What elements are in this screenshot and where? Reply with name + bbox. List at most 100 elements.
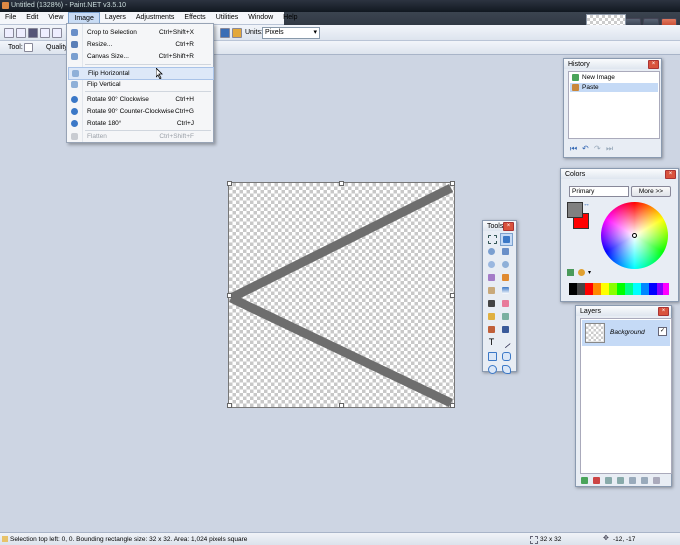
- clone-stamp-tool[interactable]: [486, 324, 497, 335]
- lasso-select-tool[interactable]: [486, 246, 497, 257]
- rectangle-select-tool[interactable]: [486, 233, 497, 244]
- layers-panel-header: Layers ×: [576, 306, 671, 316]
- cursor-position: -12, -17: [613, 536, 636, 543]
- colors-panel-header: Colors ×: [561, 169, 678, 179]
- layer-properties-icon[interactable]: [653, 477, 660, 484]
- open-icon[interactable]: [16, 28, 26, 38]
- layers-list: Background ✓: [580, 318, 672, 474]
- resize-handle[interactable]: [339, 181, 344, 186]
- more-colors-button[interactable]: More >>: [631, 186, 671, 197]
- image-canvas[interactable]: [227, 181, 455, 408]
- layer-name: Background: [610, 329, 645, 336]
- color-wheel-marker: [632, 233, 637, 238]
- move-layer-down-icon[interactable]: [641, 477, 648, 484]
- primary-color-swatch[interactable]: [567, 202, 583, 218]
- rectangle-tool[interactable]: [486, 350, 497, 361]
- add-color-icon[interactable]: [578, 269, 585, 276]
- resize-handle[interactable]: [339, 403, 344, 408]
- flip-vertical-icon: [71, 81, 78, 88]
- menu-window[interactable]: Window: [243, 12, 278, 24]
- resize-handle[interactable]: [450, 403, 455, 408]
- freeform-shape-tool[interactable]: [500, 363, 511, 374]
- layer-visibility-checkbox[interactable]: ✓: [658, 327, 667, 336]
- pencil-tool[interactable]: [486, 311, 497, 322]
- ruler-icon[interactable]: [232, 28, 242, 38]
- swap-colors-icon[interactable]: ↔: [583, 201, 590, 208]
- color-mode-dropdown[interactable]: Primary: [569, 186, 629, 197]
- menu-edit[interactable]: Edit: [21, 12, 43, 24]
- eraser-tool[interactable]: [500, 298, 511, 309]
- menu-file[interactable]: File: [0, 12, 21, 24]
- merge-layer-icon[interactable]: [617, 477, 624, 484]
- move-layer-up-icon[interactable]: [629, 477, 636, 484]
- paintbrush-tool[interactable]: [486, 298, 497, 309]
- recolor-tool[interactable]: [500, 324, 511, 335]
- menu-item-rotate-90-cw[interactable]: Rotate 90° Clockwise Ctrl+H: [68, 94, 212, 105]
- text-tool[interactable]: T: [486, 337, 497, 348]
- menu-item-rotate-180[interactable]: Rotate 180° Ctrl+J: [68, 118, 212, 129]
- menu-view[interactable]: View: [43, 12, 68, 24]
- grid-icon[interactable]: [220, 28, 230, 38]
- paint-bucket-tool[interactable]: [500, 272, 511, 283]
- menu-item-crop-to-selection[interactable]: Crop to Selection Ctrl+Shift+X: [68, 27, 212, 38]
- menu-item-canvas-size[interactable]: Canvas Size... Ctrl+Shift+R: [68, 51, 212, 62]
- paste-icon: [572, 84, 579, 91]
- history-panel-header: History ×: [564, 59, 661, 69]
- image-size: 32 x 32: [540, 536, 562, 543]
- duplicate-layer-icon[interactable]: [605, 477, 612, 484]
- resize-handle[interactable]: [450, 293, 455, 298]
- resize-handle[interactable]: [227, 403, 232, 408]
- color-palette[interactable]: [569, 283, 669, 295]
- tools-close-button[interactable]: ×: [503, 222, 514, 231]
- undo-icon[interactable]: ↶: [582, 144, 589, 153]
- print-icon[interactable]: [40, 28, 50, 38]
- new-image-icon: [572, 74, 579, 81]
- menu-item-rotate-90-ccw[interactable]: Rotate 90° Counter-Clockwise Ctrl+G: [68, 106, 212, 117]
- resize-icon: [71, 41, 78, 48]
- layer-row[interactable]: Background ✓: [582, 320, 670, 346]
- history-panel-title: History: [568, 61, 590, 68]
- color-picker-tool[interactable]: [500, 311, 511, 322]
- cut-icon[interactable]: [52, 28, 62, 38]
- menu-utilities[interactable]: Utilities: [211, 12, 244, 24]
- tool-selector-icon[interactable]: [24, 43, 33, 52]
- history-item[interactable]: New Image: [570, 73, 658, 82]
- layers-close-button[interactable]: ×: [658, 307, 669, 316]
- menu-item-flip-vertical[interactable]: Flip Vertical: [68, 79, 212, 90]
- pan-tool[interactable]: [486, 285, 497, 296]
- save-icon[interactable]: [28, 28, 38, 38]
- history-close-button[interactable]: ×: [648, 60, 659, 69]
- line-curve-tool[interactable]: [500, 337, 511, 349]
- cursor-position-icon: ✥: [603, 535, 609, 542]
- menu-help[interactable]: Help: [278, 12, 302, 24]
- tool-label: Tool:: [8, 44, 23, 51]
- history-item[interactable]: Paste: [570, 83, 658, 92]
- quality-label: Quality: [46, 44, 68, 51]
- gradient-tool[interactable]: [500, 285, 511, 296]
- add-layer-icon[interactable]: [581, 477, 588, 484]
- magic-wand-tool[interactable]: [486, 272, 497, 283]
- resize-handle[interactable]: [450, 181, 455, 186]
- history-last-icon[interactable]: ⏭: [606, 144, 613, 154]
- history-first-icon[interactable]: ⏮: [570, 144, 577, 154]
- resize-handle[interactable]: [227, 181, 232, 186]
- ellipse-select-tool[interactable]: [486, 259, 497, 270]
- palette-icon[interactable]: [567, 269, 574, 276]
- rotate-180-icon: [71, 120, 78, 127]
- menu-item-resize[interactable]: Resize... Ctrl+R: [68, 39, 212, 50]
- new-icon[interactable]: [4, 28, 14, 38]
- palette-menu-icon[interactable]: ▾: [588, 269, 591, 276]
- delete-layer-icon[interactable]: [593, 477, 600, 484]
- redo-icon[interactable]: ↷: [594, 144, 601, 153]
- app-icon: [2, 2, 9, 9]
- ellipse-tool[interactable]: [486, 363, 497, 374]
- rounded-rectangle-tool[interactable]: [500, 350, 511, 361]
- history-list: New Image Paste: [568, 71, 660, 139]
- colors-close-button[interactable]: ×: [665, 170, 676, 179]
- resize-handle[interactable]: [227, 293, 232, 298]
- zoom-tool[interactable]: [500, 259, 511, 270]
- move-selection-tool[interactable]: [500, 233, 513, 246]
- tools-panel-header: Tools ×: [483, 221, 516, 231]
- units-dropdown[interactable]: Pixels: [262, 27, 320, 39]
- move-tool[interactable]: [500, 246, 511, 257]
